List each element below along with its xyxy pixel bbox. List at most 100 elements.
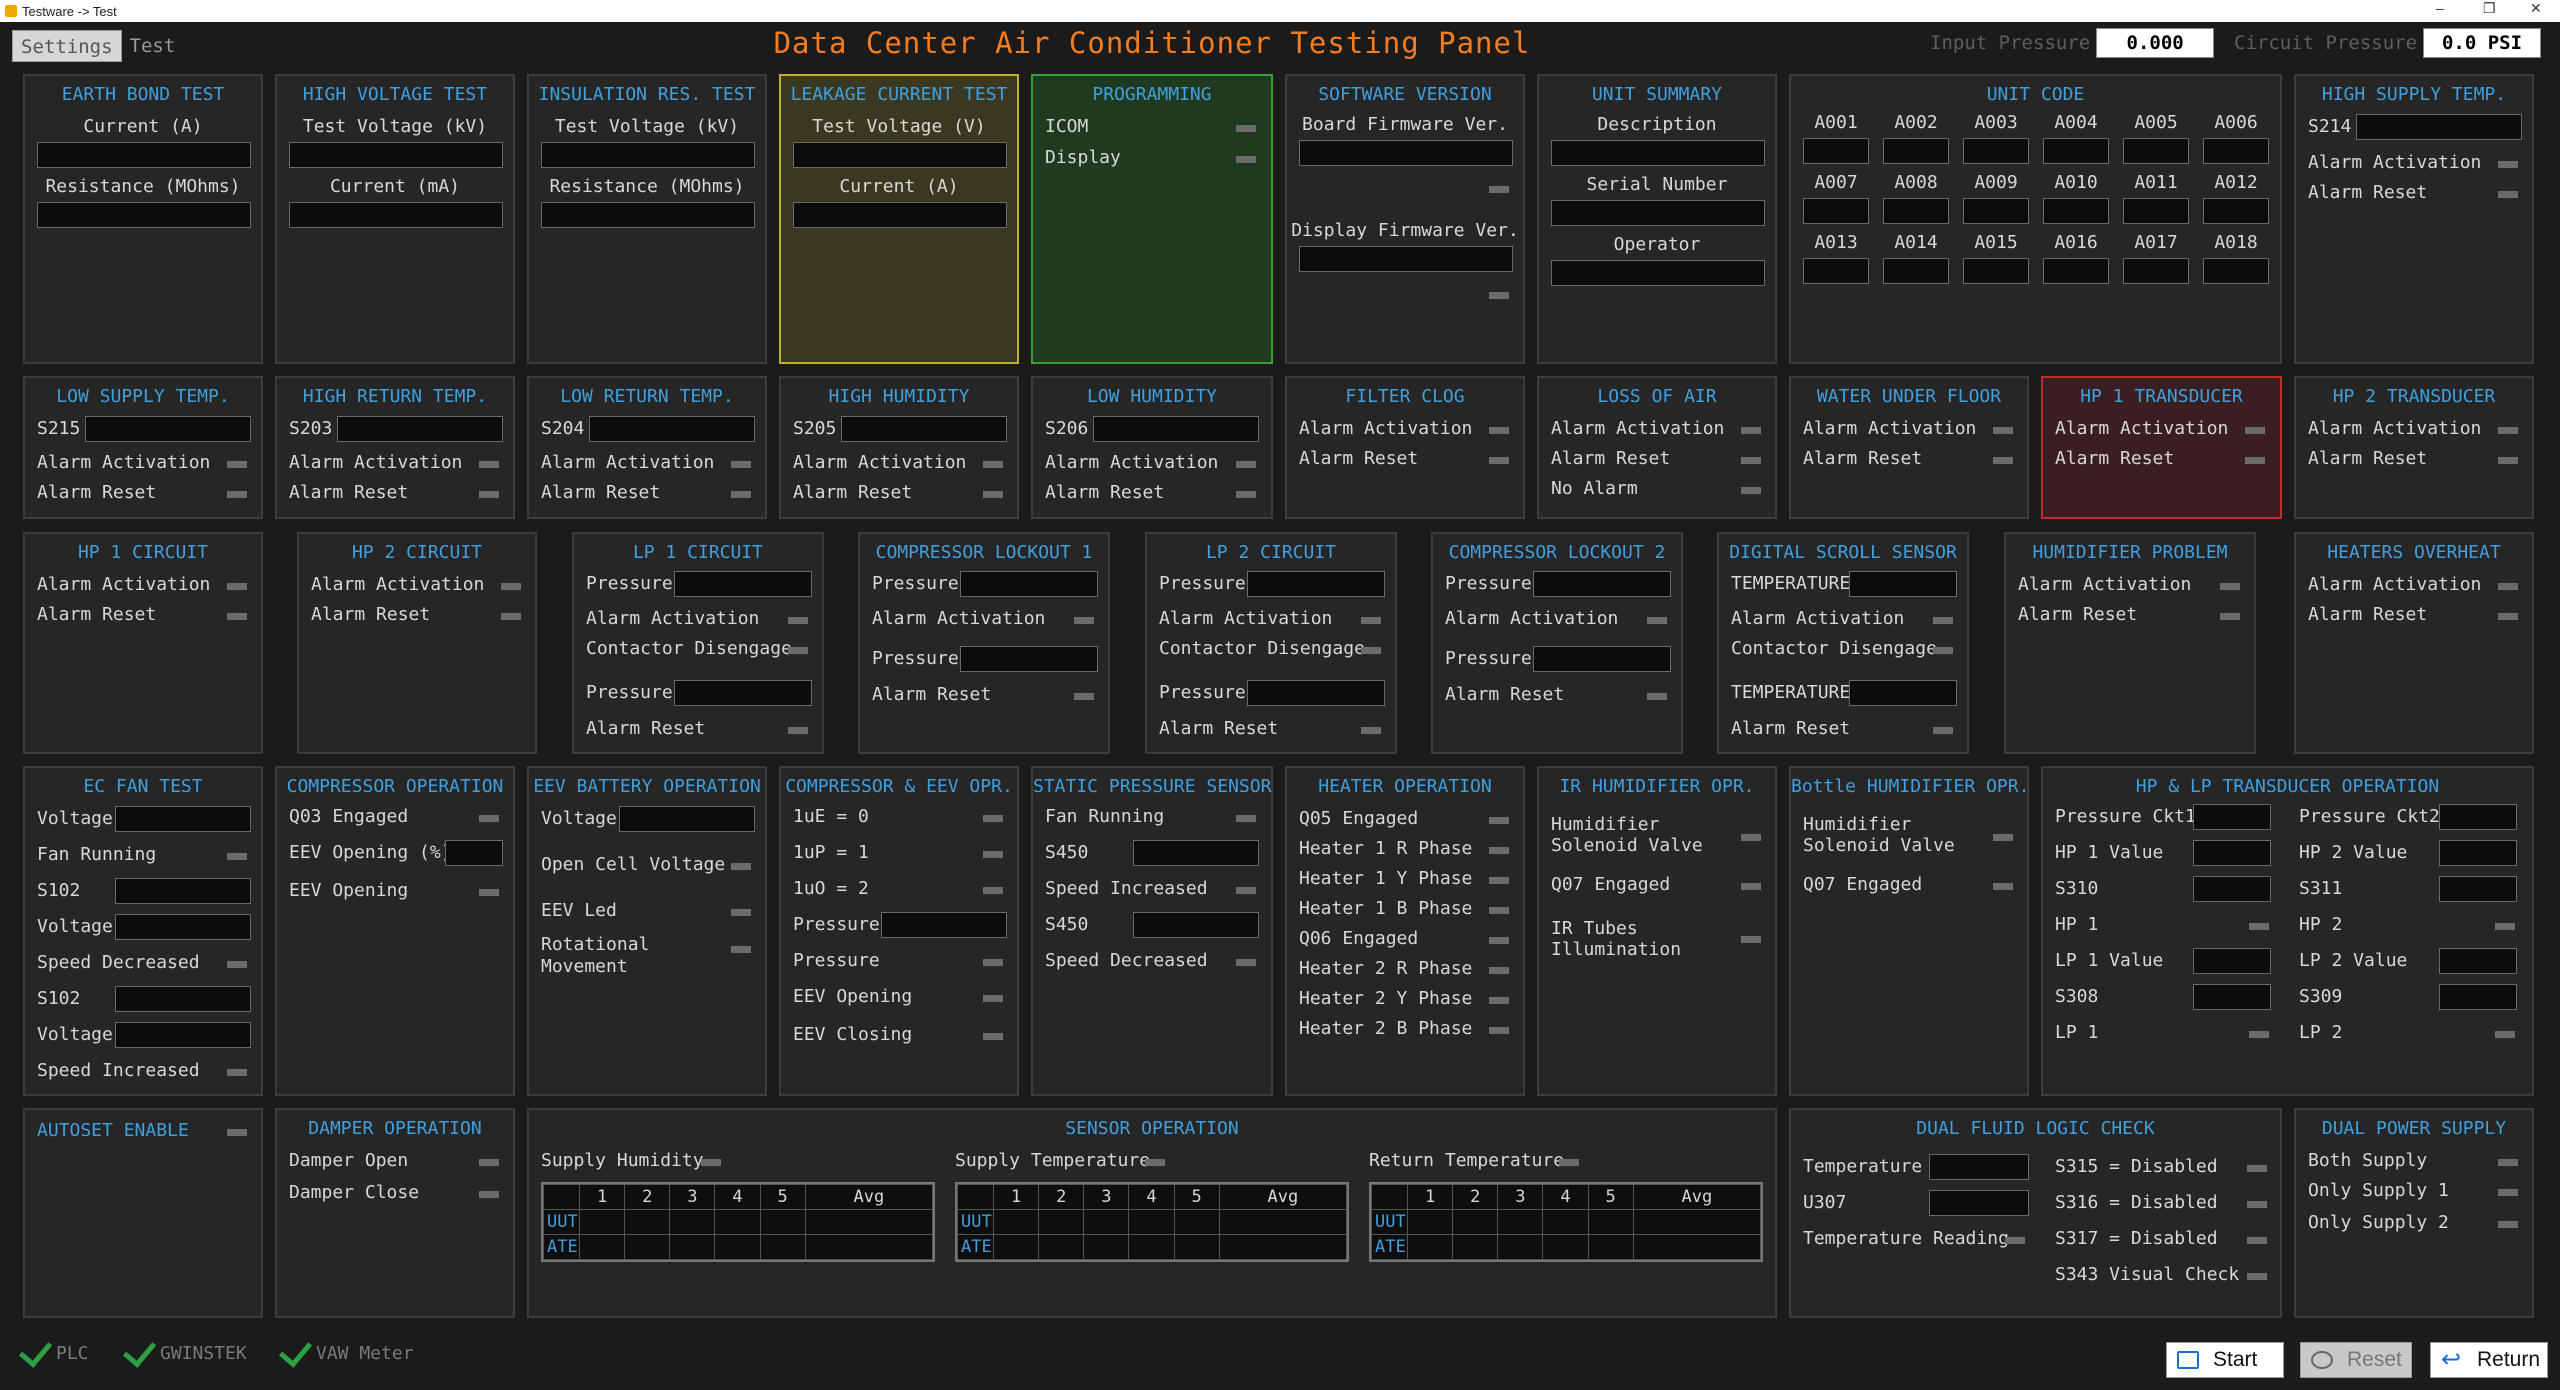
s102-field[interactable] bbox=[115, 986, 251, 1012]
return-button[interactable]: Return bbox=[2430, 1342, 2548, 1378]
temperature-field[interactable] bbox=[1849, 680, 1957, 706]
u307-field[interactable] bbox=[1929, 1190, 2029, 1216]
unit-code-field[interactable] bbox=[2123, 198, 2189, 224]
illumination-label: Illumination bbox=[1551, 939, 1682, 960]
close-icon[interactable]: ✕ bbox=[2530, 0, 2542, 17]
board-firmware-field[interactable] bbox=[1299, 140, 1513, 166]
speed-increased-label: Speed Increased bbox=[1045, 878, 1208, 899]
alarm-activation-indicator bbox=[2498, 427, 2518, 434]
unit-code-field[interactable] bbox=[2043, 198, 2109, 224]
resistance-field[interactable] bbox=[37, 202, 251, 228]
alarm-reset-indicator bbox=[2245, 457, 2265, 464]
unit-code-field[interactable] bbox=[1803, 258, 1869, 284]
operator-field[interactable] bbox=[1551, 260, 1765, 286]
sensor-field[interactable] bbox=[85, 416, 251, 442]
minimize-icon[interactable]: – bbox=[2436, 0, 2444, 16]
unit-code-field[interactable] bbox=[1803, 198, 1869, 224]
unit-code-field[interactable] bbox=[1803, 138, 1869, 164]
voltage-field[interactable] bbox=[115, 914, 251, 940]
serial-number-field[interactable] bbox=[1551, 200, 1765, 226]
temperature-field[interactable] bbox=[1929, 1154, 2029, 1180]
transducer-field[interactable] bbox=[2439, 984, 2517, 1010]
table-cell bbox=[1452, 1234, 1499, 1260]
uo-indicator bbox=[983, 887, 1003, 894]
sensor-field[interactable] bbox=[337, 416, 503, 442]
restore-icon[interactable]: ❐ bbox=[2483, 0, 2496, 17]
s102-field[interactable] bbox=[115, 878, 251, 904]
serial-number-label: Serial Number bbox=[1586, 174, 1728, 195]
unit-code-field[interactable] bbox=[2043, 258, 2109, 284]
panel-title: UNIT SUMMARY bbox=[1591, 84, 1723, 105]
pressure-field[interactable] bbox=[960, 646, 1098, 672]
unit-code-field[interactable] bbox=[2203, 198, 2269, 224]
unit-code-field[interactable] bbox=[1963, 258, 2029, 284]
alarm-reset-indicator bbox=[2220, 613, 2240, 620]
alarm-activation-indicator bbox=[479, 461, 499, 468]
unit-code-field[interactable] bbox=[2203, 258, 2269, 284]
transducer-field[interactable] bbox=[2439, 804, 2517, 830]
transducer-field[interactable] bbox=[2193, 876, 2271, 902]
transducer-field[interactable] bbox=[2439, 876, 2517, 902]
voltage-field[interactable] bbox=[115, 806, 251, 832]
sensor-field[interactable] bbox=[1093, 416, 1259, 442]
s450-field[interactable] bbox=[1133, 912, 1259, 938]
unit-code-field[interactable] bbox=[2123, 138, 2189, 164]
unit-code-field[interactable] bbox=[1883, 258, 1949, 284]
row-header: UUT bbox=[1371, 1209, 1408, 1235]
autoset-enable-indicator[interactable] bbox=[227, 1129, 247, 1136]
pressure-field[interactable] bbox=[674, 680, 812, 706]
alarm-activation-label: Alarm Activation bbox=[1551, 418, 1725, 439]
current-field[interactable] bbox=[793, 202, 1007, 228]
alarm-activation-indicator bbox=[227, 583, 247, 590]
operator-label: Operator bbox=[1613, 234, 1701, 255]
unit-code-field[interactable] bbox=[2203, 138, 2269, 164]
display-firmware-field[interactable] bbox=[1299, 246, 1513, 272]
pressure-label: Pressure bbox=[586, 682, 673, 703]
temperature-field[interactable] bbox=[1849, 571, 1957, 597]
alarm-reset-label: Alarm Reset bbox=[1731, 718, 1851, 739]
transducer-field[interactable] bbox=[2193, 984, 2271, 1010]
unit-code-field[interactable] bbox=[1963, 138, 2029, 164]
s316-label: S316 = Disabled bbox=[2055, 1192, 2218, 1213]
unit-code-field[interactable] bbox=[1963, 198, 2029, 224]
current-field[interactable] bbox=[289, 202, 503, 228]
test-voltage-field[interactable] bbox=[289, 142, 503, 168]
pressure-label: Pressure bbox=[1159, 573, 1246, 594]
pressure-field[interactable] bbox=[1247, 571, 1385, 597]
s450-field[interactable] bbox=[1133, 840, 1259, 866]
column-header: 4 bbox=[714, 1184, 761, 1210]
unit-code-field[interactable] bbox=[1883, 198, 1949, 224]
input-pressure: Input Pressure 0.000 bbox=[1930, 28, 2215, 58]
start-button[interactable]: Start bbox=[2166, 1342, 2284, 1378]
unit-code-field[interactable] bbox=[2043, 138, 2109, 164]
test-voltage-field[interactable] bbox=[793, 142, 1007, 168]
transducer-field[interactable] bbox=[2193, 948, 2271, 974]
pressure-field[interactable] bbox=[1533, 571, 1671, 597]
pressure-field[interactable] bbox=[881, 912, 1007, 938]
pressure-field[interactable] bbox=[674, 571, 812, 597]
transducer-label: HP 1 bbox=[2055, 914, 2099, 935]
unit-code-field[interactable] bbox=[1883, 138, 1949, 164]
alarm-reset-label: Alarm Reset bbox=[37, 604, 157, 625]
voltage-field[interactable] bbox=[115, 1022, 251, 1048]
test-voltage-field[interactable] bbox=[541, 142, 755, 168]
eev-opening-percent-field[interactable] bbox=[445, 840, 503, 866]
reset-button[interactable]: Reset bbox=[2300, 1342, 2412, 1378]
pressure-field[interactable] bbox=[1533, 646, 1671, 672]
transducer-field[interactable] bbox=[2193, 804, 2271, 830]
transducer-field[interactable] bbox=[2439, 840, 2517, 866]
sensor-field[interactable] bbox=[589, 416, 755, 442]
transducer-field[interactable] bbox=[2439, 948, 2517, 974]
sensor-field[interactable] bbox=[841, 416, 1007, 442]
window-titlebar: Testware -> Test – ❐ ✕ bbox=[0, 0, 2560, 22]
description-field[interactable] bbox=[1551, 140, 1765, 166]
sensor-field[interactable] bbox=[2356, 114, 2522, 140]
voltage-field[interactable] bbox=[619, 806, 755, 832]
pressure-field[interactable] bbox=[1247, 680, 1385, 706]
pressure-field[interactable] bbox=[960, 571, 1098, 597]
transducer-field[interactable] bbox=[2193, 840, 2271, 866]
current-field[interactable] bbox=[37, 142, 251, 168]
unit-code-field[interactable] bbox=[2123, 258, 2189, 284]
table-cell bbox=[1218, 1209, 1348, 1235]
resistance-field[interactable] bbox=[541, 202, 755, 228]
